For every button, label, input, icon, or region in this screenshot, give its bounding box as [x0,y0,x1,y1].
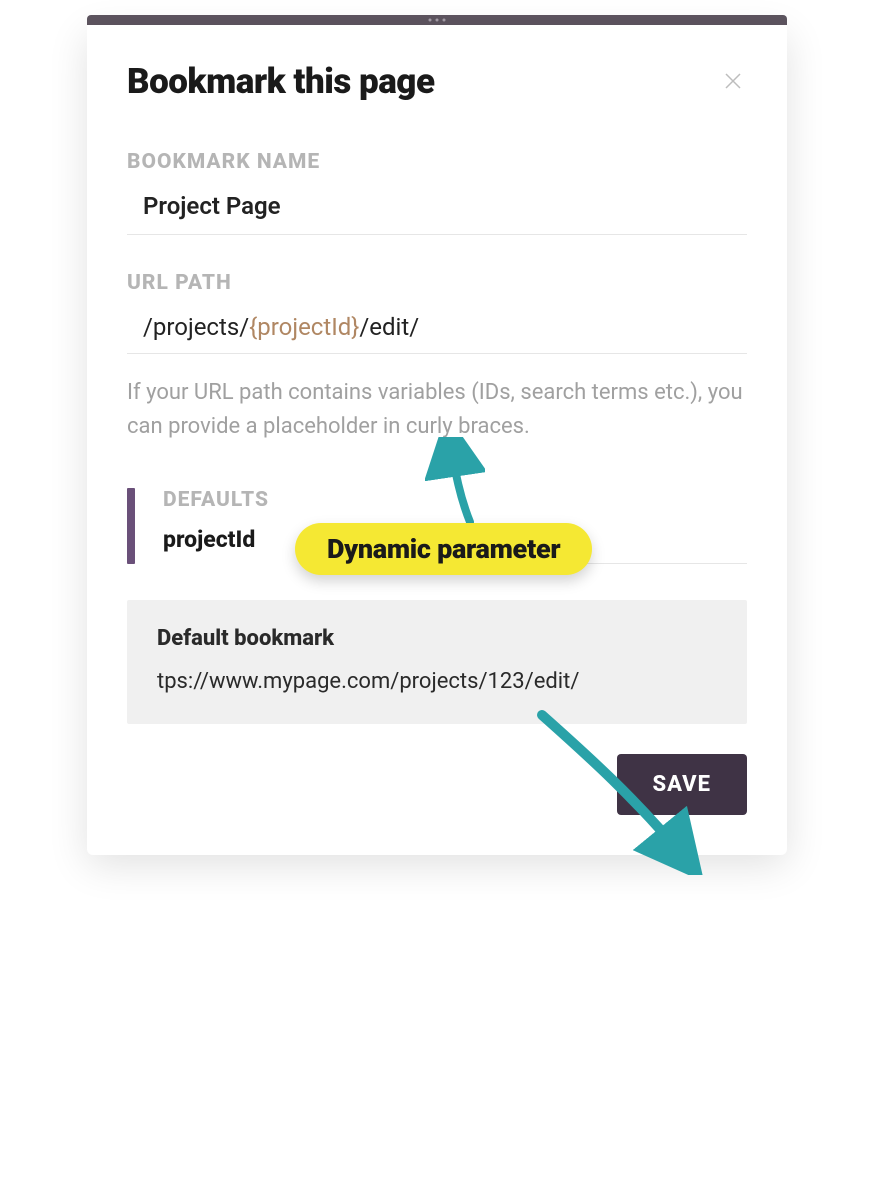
bookmark-name-label: BOOKMARK NAME [127,150,747,174]
annotation-label: Dynamic parameter [295,523,592,575]
bookmark-name-input[interactable] [127,174,747,235]
preview-url: tps://www.mypage.com/projects/123/edit/ [157,669,717,694]
dialog-title: Bookmark this page [127,61,435,102]
save-button[interactable]: SAVE [617,754,748,815]
preview-label: Default bookmark [157,626,717,651]
url-help-text: If your URL path contains variables (IDs… [127,376,747,444]
url-suffix: /edit/ [359,313,419,341]
window-handle[interactable] [87,15,787,25]
close-button[interactable] [719,67,747,95]
close-icon [721,69,745,93]
url-path-input[interactable]: /projects/{projectId}/edit/ [127,295,747,354]
defaults-accent-bar [127,488,135,564]
default-bookmark-preview: Default bookmark tps://www.mypage.com/pr… [127,600,747,724]
url-prefix: /projects/ [143,313,249,341]
url-param-token: {projectId} [249,313,359,341]
url-path-label: URL PATH [127,271,747,295]
defaults-heading: DEFAULTS [163,488,747,512]
bookmark-dialog: Bookmark this page BOOKMARK NAME URL PAT… [87,25,787,855]
